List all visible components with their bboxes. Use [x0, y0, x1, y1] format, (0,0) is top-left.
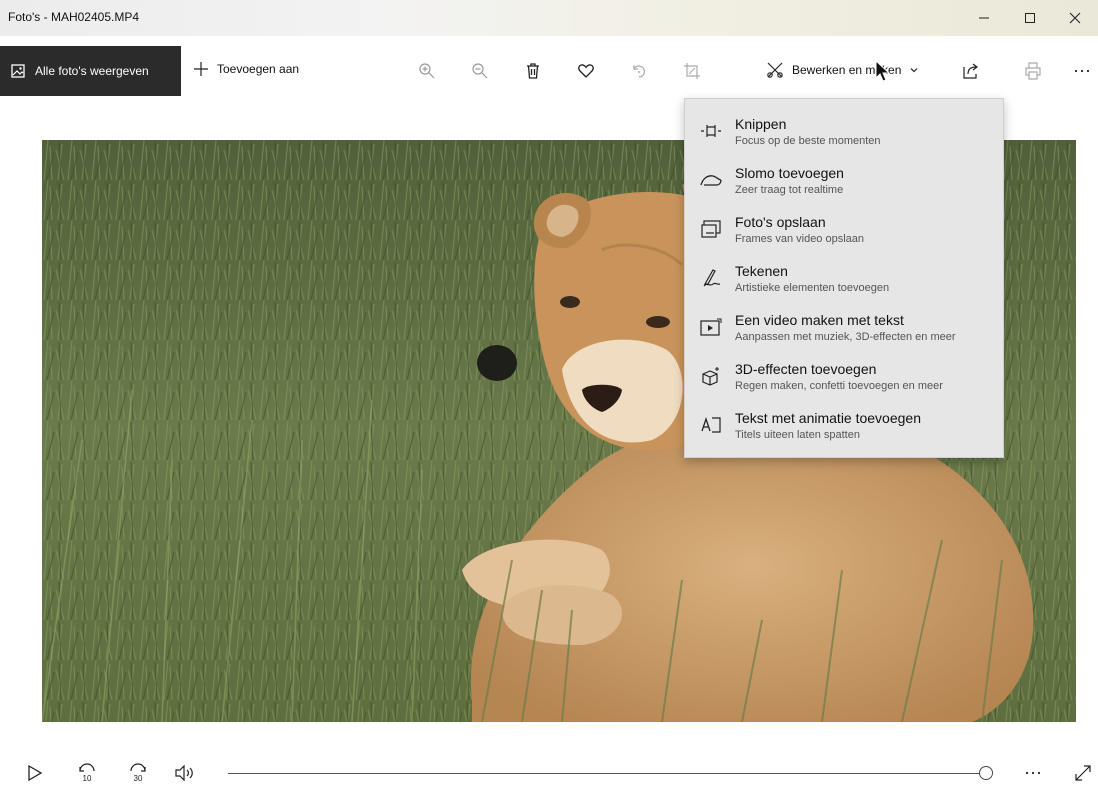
3d-effects-icon: [699, 364, 723, 388]
menu-item-subtitle: Zeer traag tot realtime: [735, 184, 844, 196]
volume-button[interactable]: [174, 762, 196, 784]
mouse-cursor-icon: [875, 60, 891, 82]
menu-item-title: 3D-effecten toevoegen: [735, 361, 877, 377]
rotate-button[interactable]: [627, 59, 651, 83]
menu-item-subtitle: Aanpassen met muziek, 3D-effecten en mee…: [735, 331, 956, 343]
menu-item-title: Tekst met animatie toevoegen: [735, 410, 921, 426]
minimize-button[interactable]: [961, 0, 1007, 36]
zoom-in-icon: [419, 63, 435, 79]
minimize-icon: [979, 17, 989, 19]
menu-item-trim[interactable]: Knippen Focus op de beste momenten: [685, 109, 1003, 157]
toolbar: Alle foto's weergeven Toevoegen aan Bewe…: [0, 46, 1098, 96]
rewind-10-button[interactable]: 10: [76, 762, 98, 784]
more-options-button[interactable]: [1070, 59, 1094, 83]
zoom-out-button[interactable]: [468, 59, 492, 83]
menu-item-subtitle: Artistieke elementen toevoegen: [735, 282, 890, 294]
menu-item-subtitle: Frames van video opslaan: [735, 233, 865, 245]
fullscreen-button[interactable]: [1072, 762, 1094, 784]
animated-text-icon: [699, 413, 723, 437]
fullscreen-icon: [1075, 765, 1091, 781]
player-more-button[interactable]: [1022, 762, 1044, 784]
share-button[interactable]: [959, 59, 983, 83]
seek-thumb[interactable]: [979, 766, 993, 780]
menu-item-subtitle: Regen maken, confetti toevoegen en meer: [735, 380, 943, 392]
delete-button[interactable]: [521, 59, 545, 83]
rewind-10-label: 10: [83, 774, 92, 783]
menu-item-title: Tekenen: [735, 263, 788, 279]
share-icon: [963, 63, 978, 79]
menu-item-slowmo[interactable]: Slomo toevoegen Zeer traag tot realtime: [685, 158, 1003, 206]
forward-30-icon: 30: [130, 763, 146, 783]
menu-item-title: Knippen: [735, 116, 787, 132]
edit-create-menu: Knippen Focus op de beste momenten Slomo…: [684, 98, 1004, 458]
menu-item-3d-effects[interactable]: 3D-effecten toevoegen Regen maken, confe…: [685, 354, 1003, 402]
view-all-photos-button[interactable]: Alle foto's weergeven: [0, 46, 181, 96]
more-icon: [1025, 771, 1041, 775]
zoom-out-icon: [472, 63, 488, 79]
menu-item-animated-text[interactable]: Tekst met animatie toevoegen Titels uite…: [685, 403, 1003, 451]
play-icon: [28, 764, 43, 782]
more-icon: [1074, 69, 1090, 73]
menu-item-subtitle: Titels uiteen laten spatten: [735, 429, 860, 441]
title-bar: Foto's - MAH02405.MP4: [0, 0, 1098, 36]
maximize-button[interactable]: [1007, 0, 1053, 36]
add-to-label: Toevoegen aan: [217, 62, 300, 76]
save-frame-icon: [699, 217, 723, 241]
close-button[interactable]: [1052, 0, 1098, 36]
favorite-button[interactable]: [574, 59, 598, 83]
seek-bar[interactable]: [228, 773, 986, 774]
menu-item-title: Een video maken met tekst: [735, 312, 904, 328]
video-text-icon: [699, 315, 723, 339]
edit-create-icon: [767, 62, 783, 78]
menu-item-save-photos[interactable]: Foto's opslaan Frames van video opslaan: [685, 207, 1003, 255]
player-bar: 10 30: [0, 750, 1098, 794]
forward-30-button[interactable]: 30: [127, 762, 149, 784]
maximize-icon: [1025, 13, 1035, 23]
image-icon: [11, 64, 25, 78]
menu-item-draw[interactable]: Tekenen Artistieke elementen toevoegen: [685, 256, 1003, 304]
slowmo-icon: [699, 168, 723, 192]
trim-icon: [699, 119, 723, 143]
crop-icon: [684, 63, 700, 79]
menu-item-title: Slomo toevoegen: [735, 165, 844, 181]
volume-icon: [175, 764, 193, 782]
draw-icon: [699, 266, 723, 290]
menu-item-title: Foto's opslaan: [735, 214, 826, 230]
zoom-in-button[interactable]: [415, 59, 439, 83]
print-button[interactable]: [1021, 59, 1045, 83]
heart-icon: [578, 64, 594, 78]
print-icon: [1025, 62, 1041, 80]
play-button[interactable]: [24, 762, 46, 784]
menu-item-video-with-text[interactable]: Een video maken met tekst Aanpassen met …: [685, 305, 1003, 353]
rewind-10-icon: 10: [79, 763, 95, 783]
view-all-photos-label: Alle foto's weergeven: [35, 64, 149, 78]
close-icon: [1069, 12, 1081, 24]
crop-button[interactable]: [680, 59, 704, 83]
window-title: Foto's - MAH02405.MP4: [8, 10, 140, 24]
add-to-button[interactable]: Toevoegen aan: [193, 61, 299, 77]
forward-30-label: 30: [134, 774, 143, 783]
trash-icon: [527, 63, 539, 79]
edit-and-create-button[interactable]: Bewerken en maken: [766, 61, 919, 79]
rotate-icon: [633, 65, 645, 78]
plus-icon: [194, 62, 208, 76]
menu-item-subtitle: Focus op de beste momenten: [735, 135, 881, 147]
chevron-down-icon: [910, 68, 918, 73]
